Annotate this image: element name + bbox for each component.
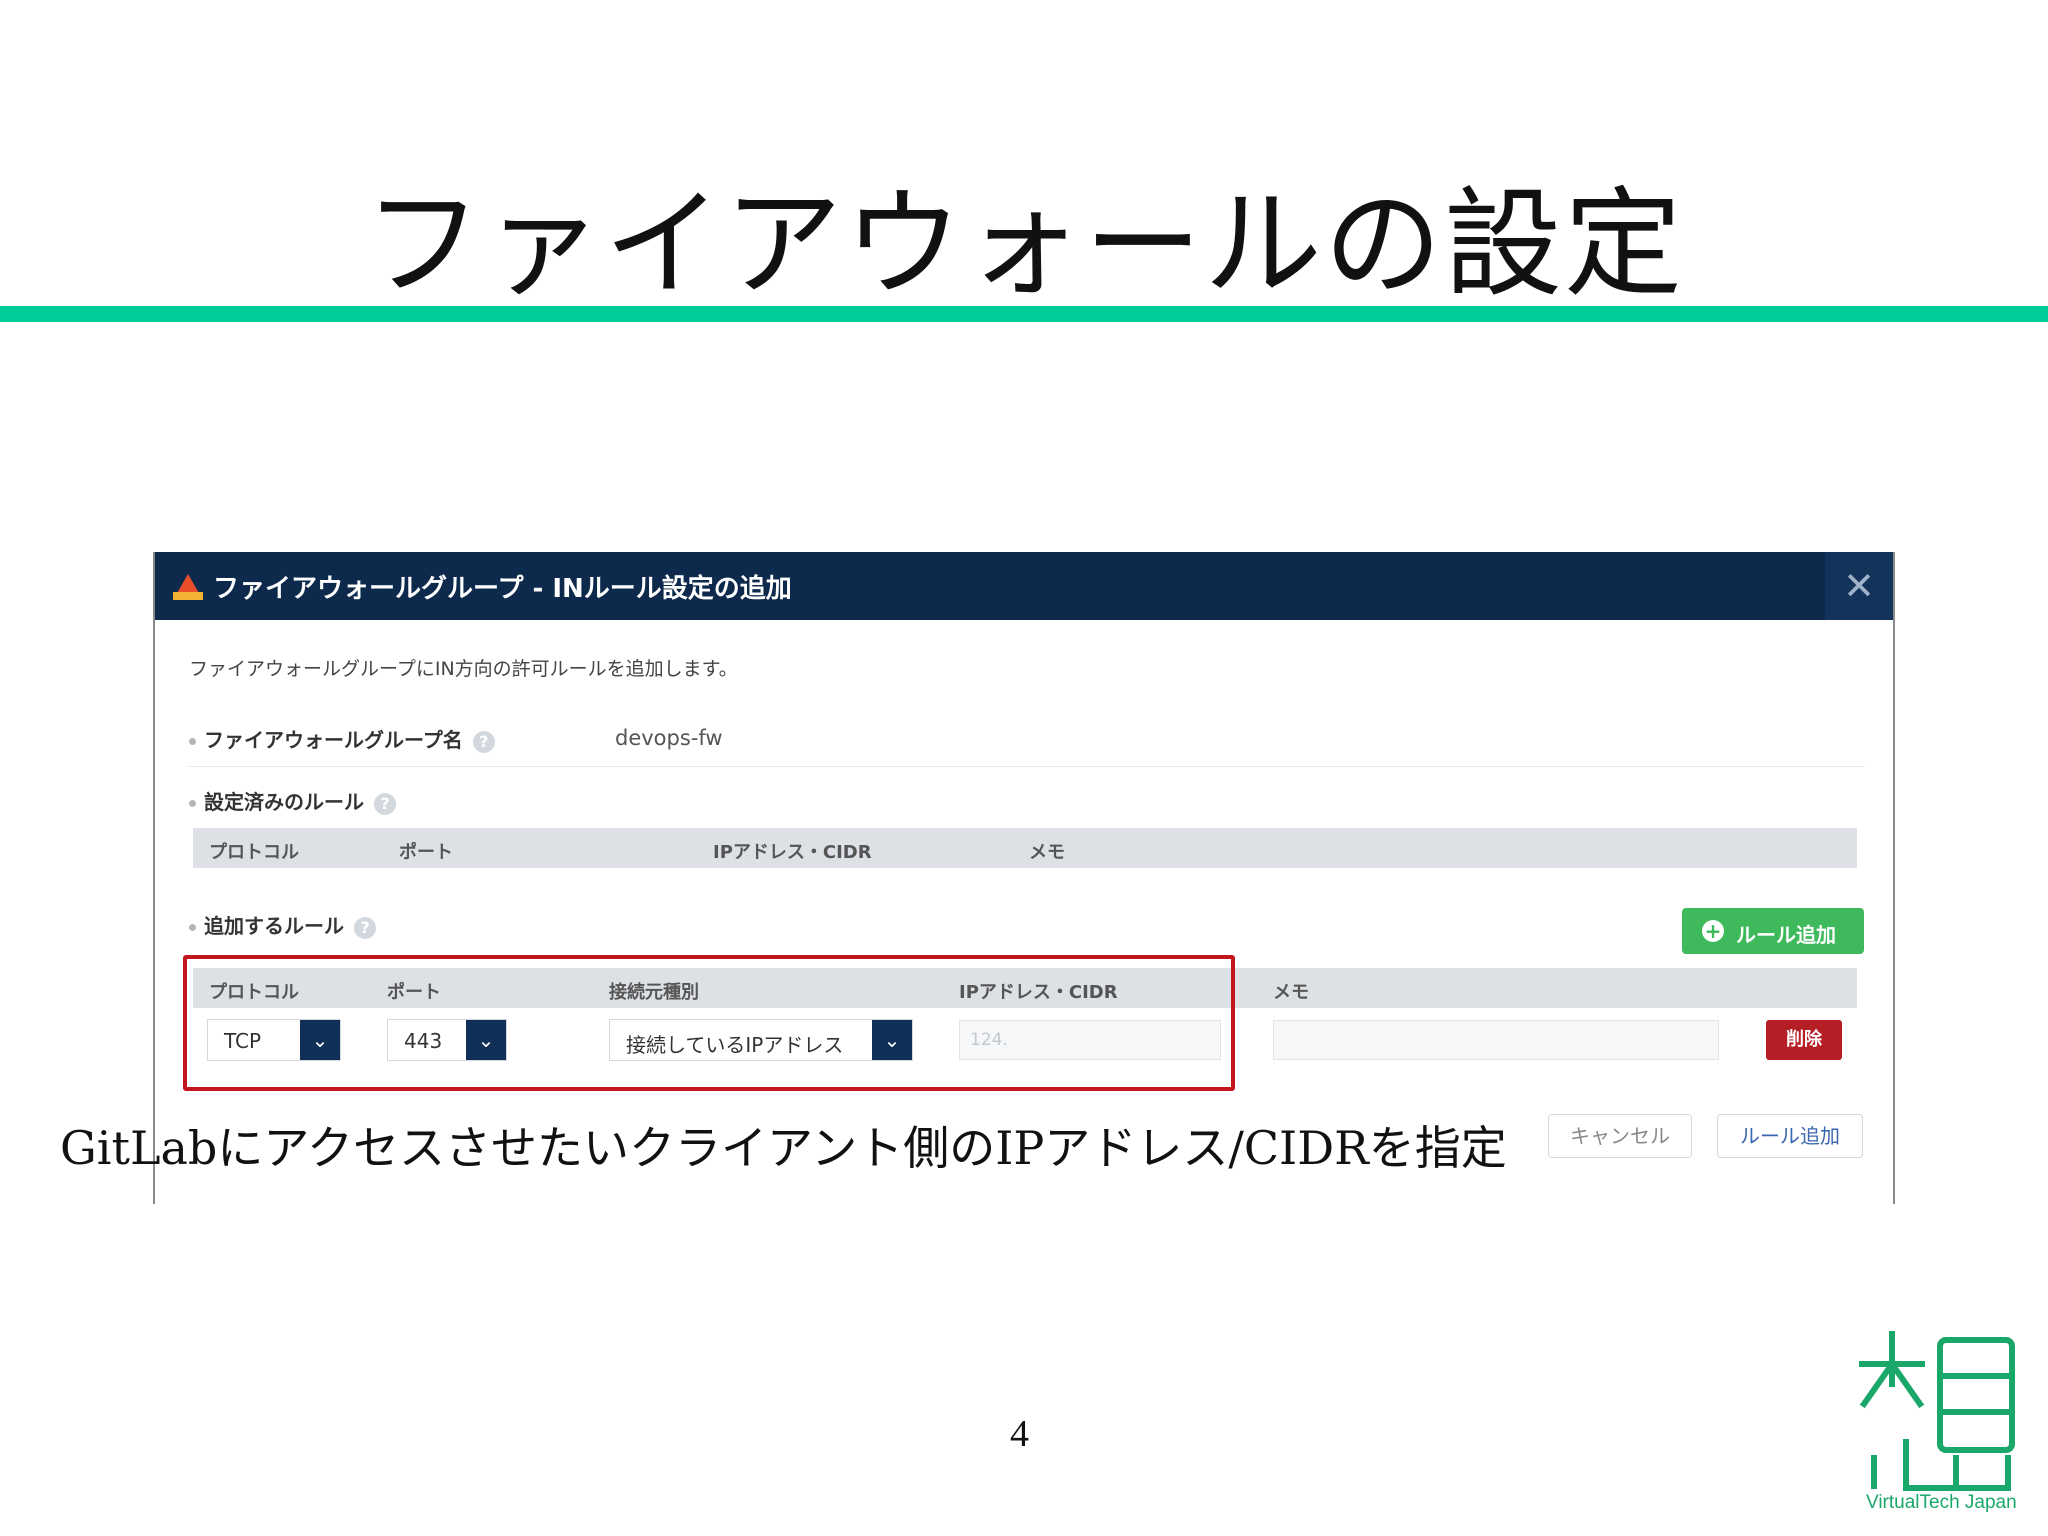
add-rules-label: 追加するルール?: [189, 910, 376, 939]
submit-add-rule-button[interactable]: ルール追加: [1717, 1114, 1863, 1158]
cancel-button[interactable]: キャンセル: [1548, 1114, 1692, 1158]
help-icon[interactable]: ?: [374, 792, 396, 815]
column-header-ip-cidr: IPアドレス・CIDR: [713, 842, 872, 863]
group-name-label: ファイアウォールグループ名?: [189, 724, 495, 753]
delete-button[interactable]: 削除: [1766, 1020, 1842, 1060]
column-header-port: ポート: [399, 842, 453, 863]
group-name-value: devops-fw: [615, 726, 723, 750]
memo-input[interactable]: [1273, 1020, 1719, 1060]
dialog-header: ファイアウォールグループ - INルール設定の追加 ✕: [155, 552, 1893, 620]
existing-rules-label: 設定済みのルール?: [189, 786, 396, 815]
warning-icon: [173, 574, 203, 600]
slide-title: ファイアウォールの設定: [363, 175, 1684, 313]
close-button[interactable]: ✕: [1825, 552, 1893, 620]
bullet-icon: [189, 738, 196, 745]
bullet-icon: [189, 924, 196, 931]
dialog-description: ファイアウォールグループにIN方向の許可ルールを追加します。: [189, 658, 738, 680]
title-divider: [0, 306, 2048, 322]
existing-rules-table-header: プロトコル ポート IPアドレス・CIDR メモ: [193, 828, 1857, 868]
divider: [189, 766, 1865, 767]
firewall-rule-dialog: ファイアウォールグループ - INルール設定の追加 ✕ ファイアウォールグループ…: [153, 552, 1895, 1204]
column-header-protocol: プロトコル: [209, 842, 299, 863]
page-number: 4: [1010, 1413, 1029, 1455]
plus-icon: +: [1702, 920, 1724, 942]
column-header-memo: メモ: [1029, 842, 1065, 863]
annotation-text: GitLabにアクセスさせたいクライアント側のIPアドレス/CIDRを指定: [60, 1121, 1507, 1175]
bullet-icon: [189, 800, 196, 807]
company-logo-text: VirtualTech Japan: [1866, 1492, 2017, 1513]
dialog-title: ファイアウォールグループ - INルール設定の追加: [213, 574, 792, 604]
help-icon[interactable]: ?: [472, 730, 495, 753]
help-icon[interactable]: ?: [354, 916, 376, 939]
add-rule-button-label: ルール追加: [1736, 923, 1836, 947]
column-header-memo: メモ: [1273, 982, 1309, 1003]
highlight-box: [183, 955, 1235, 1091]
add-rule-button[interactable]: + ルール追加: [1682, 908, 1864, 954]
